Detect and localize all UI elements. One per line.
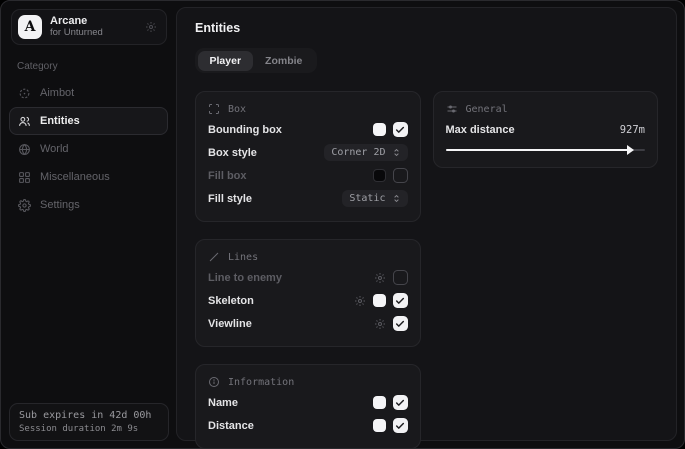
- tab-zombie[interactable]: Zombie: [253, 51, 314, 71]
- app-name: Arcane: [50, 15, 137, 28]
- category-label: Category: [17, 61, 176, 72]
- globe-icon: [18, 143, 31, 156]
- setting-row-fill-box: Fill box: [208, 164, 408, 187]
- checkbox-checked[interactable]: [393, 293, 408, 308]
- lines-card-header: Lines: [208, 249, 408, 266]
- information-card-header: Information: [208, 374, 408, 391]
- chevron-up-down-icon: [392, 148, 401, 157]
- chevron-up-down-icon: [392, 194, 401, 203]
- box-card-header: Box: [208, 101, 408, 118]
- info-icon: [208, 376, 220, 388]
- grid-icon: [18, 171, 31, 184]
- sidebar-item-label: World: [40, 143, 69, 155]
- sidebar-item-label: Entities: [40, 115, 80, 127]
- gear-icon[interactable]: [374, 272, 386, 284]
- app-window: A Arcane for Unturned Category Aimbot: [0, 0, 685, 449]
- left-column: Box Bounding box Box style: [195, 91, 421, 449]
- color-swatch[interactable]: [373, 123, 386, 136]
- color-swatch[interactable]: [373, 294, 386, 307]
- setting-row-line-to-enemy: Line to enemy: [208, 266, 408, 289]
- scan-frame-icon: [208, 103, 220, 115]
- max-distance-row: Max distance 927m: [446, 120, 646, 140]
- card-title: Box: [228, 104, 246, 115]
- crosshair-icon: [18, 87, 31, 100]
- diagonal-line-icon: [208, 251, 220, 263]
- card-title: Information: [228, 377, 294, 388]
- dropdown-value: Corner 2D: [331, 147, 385, 158]
- slider-thumb[interactable]: [627, 145, 634, 155]
- lines-card: Lines Line to enemy Skeleton: [195, 239, 421, 347]
- card-title: Lines: [228, 252, 258, 263]
- information-card: Information Name Distance: [195, 364, 421, 449]
- logo-card: A Arcane for Unturned: [11, 9, 167, 45]
- sidebar-item-miscellaneous[interactable]: Miscellaneous: [9, 163, 168, 191]
- box-style-dropdown[interactable]: Corner 2D: [324, 144, 407, 161]
- setting-row-fill-style: Fill style Static: [208, 187, 408, 210]
- logo-letter: A: [25, 19, 36, 35]
- sidebar-item-aimbot[interactable]: Aimbot: [9, 79, 168, 107]
- dropdown-value: Static: [349, 193, 385, 204]
- entity-tabs: Player Zombie: [195, 48, 317, 73]
- max-distance-label: Max distance: [446, 124, 515, 136]
- sidebar-nav: Aimbot Entities World Miscellaneous: [1, 79, 176, 219]
- session-duration-text: Session duration 2m 9s: [19, 424, 159, 434]
- general-card: General Max distance 927m: [433, 91, 659, 168]
- app-subtitle: for Unturned: [50, 28, 137, 39]
- checkbox-checked[interactable]: [393, 122, 408, 137]
- checkbox-unchecked[interactable]: [393, 168, 408, 183]
- app-title-block: Arcane for Unturned: [50, 15, 137, 39]
- sidebar: A Arcane for Unturned Category Aimbot: [1, 1, 176, 448]
- gear-icon[interactable]: [354, 295, 366, 307]
- sidebar-item-label: Settings: [40, 199, 80, 211]
- gear-icon[interactable]: [374, 318, 386, 330]
- sidebar-item-world[interactable]: World: [9, 135, 168, 163]
- setting-row-distance: Distance: [208, 414, 408, 437]
- checkbox-checked[interactable]: [393, 316, 408, 331]
- color-swatch[interactable]: [373, 396, 386, 409]
- sidebar-item-entities[interactable]: Entities: [9, 107, 168, 135]
- main-panel: Entities Player Zombie Box Bounding box: [176, 7, 677, 441]
- setting-row-skeleton: Skeleton: [208, 289, 408, 312]
- sidebar-item-label: Aimbot: [40, 87, 74, 99]
- checkbox-checked[interactable]: [393, 395, 408, 410]
- fill-style-dropdown[interactable]: Static: [342, 190, 407, 207]
- card-title: General: [466, 104, 508, 115]
- slider-fill: [446, 149, 631, 151]
- setting-row-viewline: Viewline: [208, 312, 408, 335]
- page-title: Entities: [195, 21, 658, 35]
- checkbox-unchecked[interactable]: [393, 270, 408, 285]
- right-column: General Max distance 927m: [433, 91, 659, 168]
- setting-row-box-style: Box style Corner 2D: [208, 141, 408, 164]
- max-distance-value: 927m: [620, 124, 645, 136]
- app-logo: A: [18, 15, 42, 39]
- setting-row-bounding-box: Bounding box: [208, 118, 408, 141]
- color-swatch[interactable]: [373, 419, 386, 432]
- sidebar-item-settings[interactable]: Settings: [9, 191, 168, 219]
- checkbox-checked[interactable]: [393, 418, 408, 433]
- sub-expires-text: Sub expires in 42d 00h: [19, 410, 159, 421]
- tab-player[interactable]: Player: [198, 51, 254, 71]
- users-icon: [18, 115, 31, 128]
- sliders-icon: [446, 103, 458, 115]
- box-card: Box Bounding box Box style: [195, 91, 421, 222]
- gear-icon: [18, 199, 31, 212]
- max-distance-slider[interactable]: [446, 144, 646, 156]
- content-area: Box Bounding box Box style: [195, 91, 658, 449]
- general-card-header: General: [446, 101, 646, 118]
- subscription-card: Sub expires in 42d 00h Session duration …: [9, 403, 169, 441]
- setting-row-name: Name: [208, 391, 408, 414]
- gear-icon[interactable]: [145, 21, 157, 33]
- color-swatch[interactable]: [373, 169, 386, 182]
- sidebar-item-label: Miscellaneous: [40, 171, 110, 183]
